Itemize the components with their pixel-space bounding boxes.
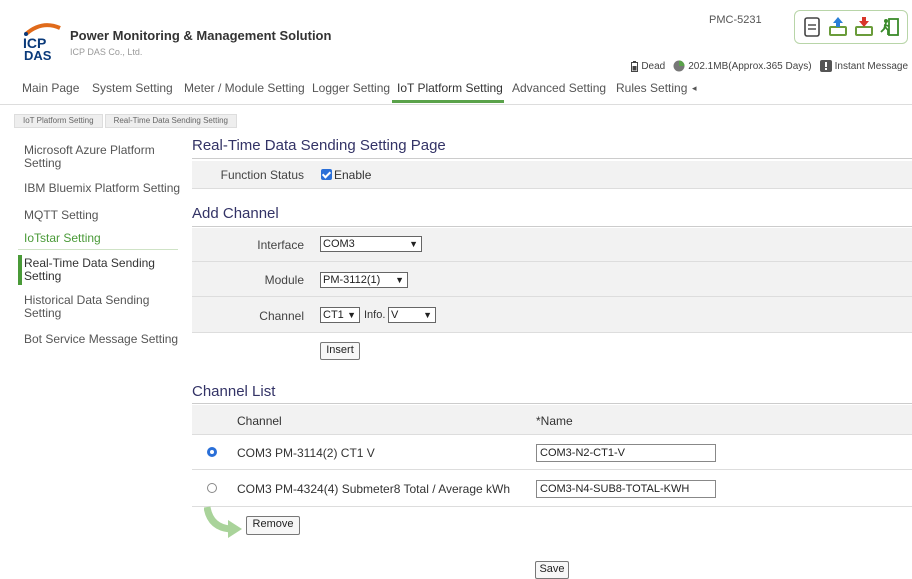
tab-meter-module-setting[interactable]: Meter / Module Setting <box>184 76 305 101</box>
tab-advanced-setting[interactable]: Advanced Setting <box>512 76 606 101</box>
page-title: Real-Time Data Sending Setting Page <box>192 137 446 154</box>
module-row: Module PM-3112(1) ▼ <box>192 262 912 297</box>
chevron-down-icon: ▼ <box>409 239 418 249</box>
battery-icon <box>631 60 639 72</box>
row-name-input[interactable]: COM3-N2-CT1-V <box>536 444 716 462</box>
svg-text:DAS: DAS <box>24 48 52 62</box>
channel-list-divider <box>192 403 912 404</box>
tab-main-page[interactable]: Main Page <box>22 76 79 101</box>
download-icon[interactable] <box>853 16 875 38</box>
logout-icon[interactable] <box>879 16 901 38</box>
curved-arrow-icon <box>203 505 246 541</box>
row-channel: COM3 PM-3114(2) CT1 V <box>237 446 375 460</box>
tab-rules-setting[interactable]: Rules Setting <box>616 76 687 101</box>
sidebar-item-historical-data[interactable]: Historical Data Sending Setting <box>18 294 178 320</box>
battery-status: Dead <box>631 60 665 72</box>
chevron-down-icon: ▼ <box>423 310 432 320</box>
document-icon[interactable] <box>801 16 823 38</box>
info-label: Info. <box>364 309 386 321</box>
row-name-input[interactable]: COM3-N4-SUB8-TOTAL-KWH <box>536 480 716 498</box>
breadcrumb-iot-platform[interactable]: IoT Platform Setting <box>14 114 103 128</box>
main-nav: Main Page System Setting Meter / Module … <box>0 76 912 105</box>
row-select-radio[interactable] <box>207 483 217 493</box>
channel-row: Channel CT1 ▼ Info. V ▼ <box>192 297 912 333</box>
sidebar-item-bot-service[interactable]: Bot Service Message Setting <box>18 333 184 346</box>
channel-list-header: Channel *Name <box>192 405 912 435</box>
channel-select[interactable]: CT1 ▼ <box>320 307 360 323</box>
chevron-down-icon: ▼ <box>395 275 404 285</box>
status-bar: Dead 202.1MB(Approx.365 Days) Instant Me… <box>631 60 908 72</box>
sidebar-item-azure[interactable]: Microsoft Azure Platform Setting <box>18 144 178 170</box>
col-name-header: *Name <box>536 414 573 428</box>
table-row: COM3 PM-3114(2) CT1 V COM3-N2-CT1-V <box>192 435 912 470</box>
breadcrumb-real-time-data[interactable]: Real-Time Data Sending Setting <box>104 114 237 128</box>
tab-system-setting[interactable]: System Setting <box>92 76 173 101</box>
info-select[interactable]: V ▼ <box>388 307 436 323</box>
header: ICP DAS Power Monitoring & Management So… <box>0 0 912 72</box>
app-title: Power Monitoring & Management Solution <box>70 28 332 43</box>
instant-message-link[interactable]: Instant Message <box>819 60 908 72</box>
enable-label: Enable <box>334 168 372 182</box>
save-button[interactable]: Save <box>535 561 569 579</box>
sidebar-item-iotstar[interactable]: IoTstar Setting <box>18 232 178 250</box>
interface-row: Interface COM3 ▼ <box>192 228 912 262</box>
add-channel-title: Add Channel <box>192 205 279 222</box>
col-channel-header: Channel <box>237 414 282 428</box>
tab-logger-setting[interactable]: Logger Setting <box>312 76 390 101</box>
sidebar-item-mqtt[interactable]: MQTT Setting <box>18 209 178 222</box>
toolbar <box>794 10 908 44</box>
function-status-row: Function Status Enable <box>192 161 912 189</box>
row-channel: COM3 PM-4324(4) Submeter8 Total / Averag… <box>237 482 511 496</box>
module-select[interactable]: PM-3112(1) ▼ <box>320 272 408 288</box>
storage-icon <box>673 60 685 72</box>
model-name: PMC-5231 <box>709 14 762 26</box>
sidebar-item-real-time-data[interactable]: Real-Time Data Sending Setting <box>18 255 176 285</box>
add-channel-divider <box>192 226 912 227</box>
enable-checkbox[interactable] <box>321 169 332 180</box>
nav-more-arrow-icon[interactable]: ◂ <box>692 76 697 101</box>
remove-button[interactable]: Remove <box>246 516 300 535</box>
upload-icon[interactable] <box>827 16 849 38</box>
row-select-radio[interactable] <box>207 447 217 457</box>
chevron-down-icon: ▼ <box>347 310 356 320</box>
interface-select[interactable]: COM3 ▼ <box>320 236 422 252</box>
storage-status: 202.1MB(Approx.365 Days) <box>673 60 812 72</box>
company-logo: ICP DAS <box>18 18 66 63</box>
channel-list-title: Channel List <box>192 383 276 400</box>
message-icon <box>819 60 832 72</box>
title-divider <box>192 158 912 159</box>
sidebar-item-ibm-bluemix[interactable]: IBM Bluemix Platform Setting <box>18 182 184 195</box>
breadcrumb: IoT Platform Setting Real-Time Data Send… <box>14 114 239 128</box>
insert-button[interactable]: Insert <box>320 342 360 360</box>
table-row: COM3 PM-4324(4) Submeter8 Total / Averag… <box>192 470 912 507</box>
company-name: ICP DAS Co., Ltd. <box>70 47 143 57</box>
tab-iot-platform-setting[interactable]: IoT Platform Setting <box>392 76 504 103</box>
